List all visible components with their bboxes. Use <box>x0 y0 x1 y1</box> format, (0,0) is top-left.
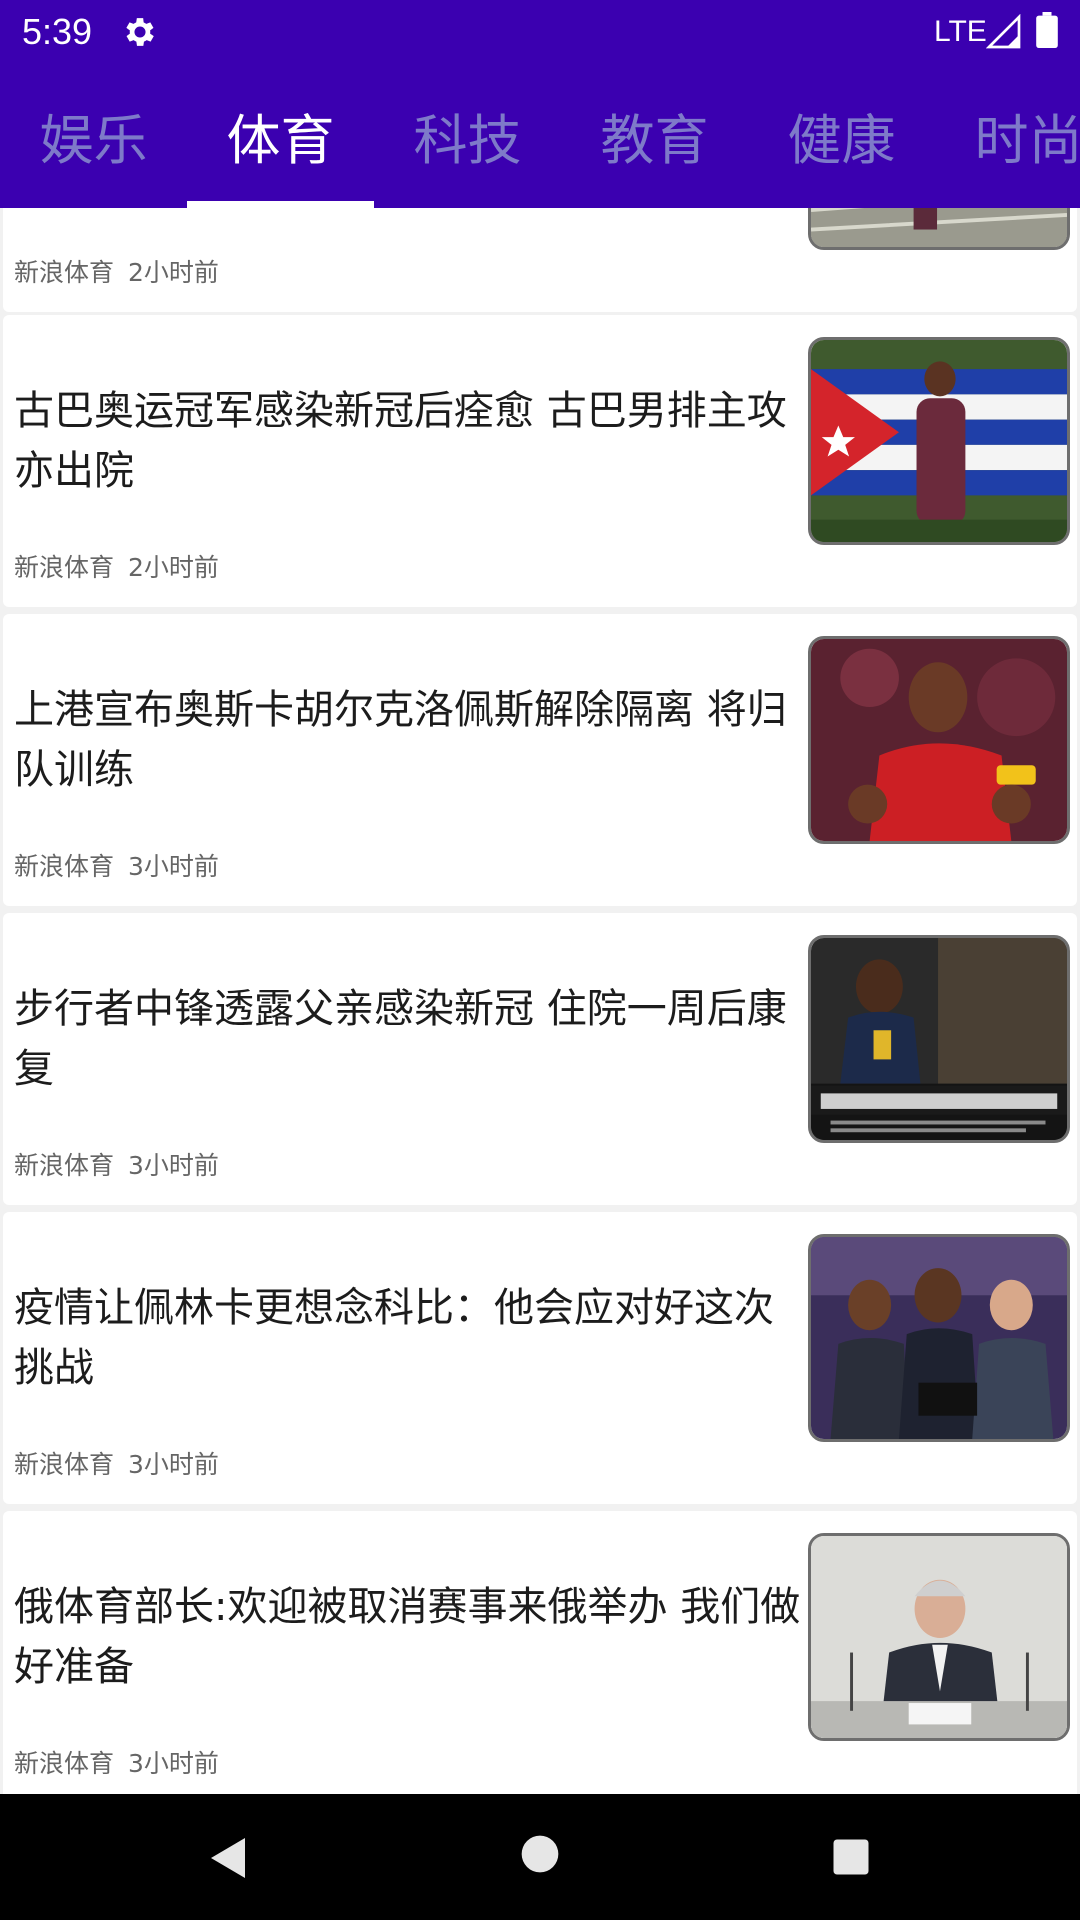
news-meta: 新浪体育 3小时前 <box>14 1747 219 1781</box>
news-thumbnail <box>808 1234 1070 1442</box>
news-meta: 新浪体育 3小时前 <box>14 1448 219 1482</box>
news-meta: 新浪体育 3小时前 <box>14 1149 219 1183</box>
news-source: 新浪体育 <box>14 553 115 582</box>
news-time: 2小时前 <box>128 553 219 582</box>
news-card[interactable]: 步行者中锋透露父亲感染新冠 住院一周后康复 新浪体育 3小时前 <box>3 913 1077 1205</box>
news-thumbnail <box>808 1533 1070 1741</box>
active-tab-indicator <box>187 201 374 208</box>
news-title[interactable]: 疫情让佩林卡更想念科比：他会应对好这次挑战 <box>14 1278 804 1398</box>
news-thumbnail <box>808 337 1070 545</box>
network-type: LTE <box>934 15 987 48</box>
news-meta: 新浪体育 3小时前 <box>14 850 219 884</box>
back-icon[interactable] <box>205 1834 253 1882</box>
news-card[interactable]: 古巴奥运冠军感染新冠后痊愈 古巴男排主攻亦出院 新浪体育 2小时前 <box>3 315 1077 607</box>
news-title[interactable]: 上港宣布奥斯卡胡尔克洛佩斯解除隔离 将归队训练 <box>14 680 804 800</box>
news-time: 3小时前 <box>128 852 219 881</box>
news-source: 新浪体育 <box>14 1749 115 1778</box>
news-card[interactable]: 俄体育部长:欢迎被取消赛事来俄举办 我们做好准备 新浪体育 3小时前 <box>3 1511 1077 1794</box>
news-source: 新浪体育 <box>14 1450 115 1479</box>
news-card[interactable]: 新浪体育 2小时前 <box>3 208 1077 312</box>
system-nav-bar <box>0 1794 1080 1920</box>
tab-health[interactable]: 健康 <box>748 63 935 208</box>
news-card[interactable]: 上港宣布奥斯卡胡尔克洛佩斯解除隔离 将归队训练 新浪体育 3小时前 <box>3 614 1077 906</box>
news-time: 2小时前 <box>128 258 219 287</box>
recents-icon[interactable] <box>830 1836 872 1878</box>
news-source: 新浪体育 <box>14 852 115 881</box>
news-thumbnail <box>808 636 1070 844</box>
status-time: 5:39 <box>22 11 93 52</box>
news-thumbnail <box>808 935 1070 1143</box>
news-time: 3小时前 <box>128 1450 219 1479</box>
tab-fashion[interactable]: 时尚 <box>935 63 1080 208</box>
gear-icon <box>126 18 154 46</box>
tab-sports[interactable]: 体育 <box>187 63 374 208</box>
news-source: 新浪体育 <box>14 1151 115 1180</box>
news-time: 3小时前 <box>128 1151 219 1180</box>
battery-icon <box>1036 12 1058 48</box>
news-meta: 新浪体育 2小时前 <box>14 551 219 585</box>
news-meta: 新浪体育 2小时前 <box>14 256 219 290</box>
news-title[interactable]: 步行者中锋透露父亲感染新冠 住院一周后康复 <box>14 979 804 1099</box>
home-icon[interactable] <box>520 1834 560 1874</box>
signal-icon <box>986 14 1021 49</box>
news-time: 3小时前 <box>128 1749 219 1778</box>
tab-entertainment[interactable]: 娱乐 <box>0 63 187 208</box>
news-source: 新浪体育 <box>14 258 115 287</box>
category-tabs: 娱乐 体育 科技 教育 健康 时尚 <box>0 63 1080 208</box>
news-title[interactable]: 古巴奥运冠军感染新冠后痊愈 古巴男排主攻亦出院 <box>14 381 804 501</box>
news-title[interactable]: 俄体育部长:欢迎被取消赛事来俄举办 我们做好准备 <box>14 1577 804 1697</box>
news-card[interactable]: 疫情让佩林卡更想念科比：他会应对好这次挑战 新浪体育 3小时前 <box>3 1212 1077 1504</box>
status-bar: 5:39 LTE <box>0 0 1080 63</box>
news-thumbnail <box>808 208 1070 250</box>
tab-education[interactable]: 教育 <box>561 63 748 208</box>
tab-technology[interactable]: 科技 <box>374 63 561 208</box>
news-feed[interactable]: 新浪体育 2小时前 古巴奥运冠军感染新冠后痊愈 古巴男排主攻亦出院 新浪体育 2小时… <box>0 208 1080 1794</box>
